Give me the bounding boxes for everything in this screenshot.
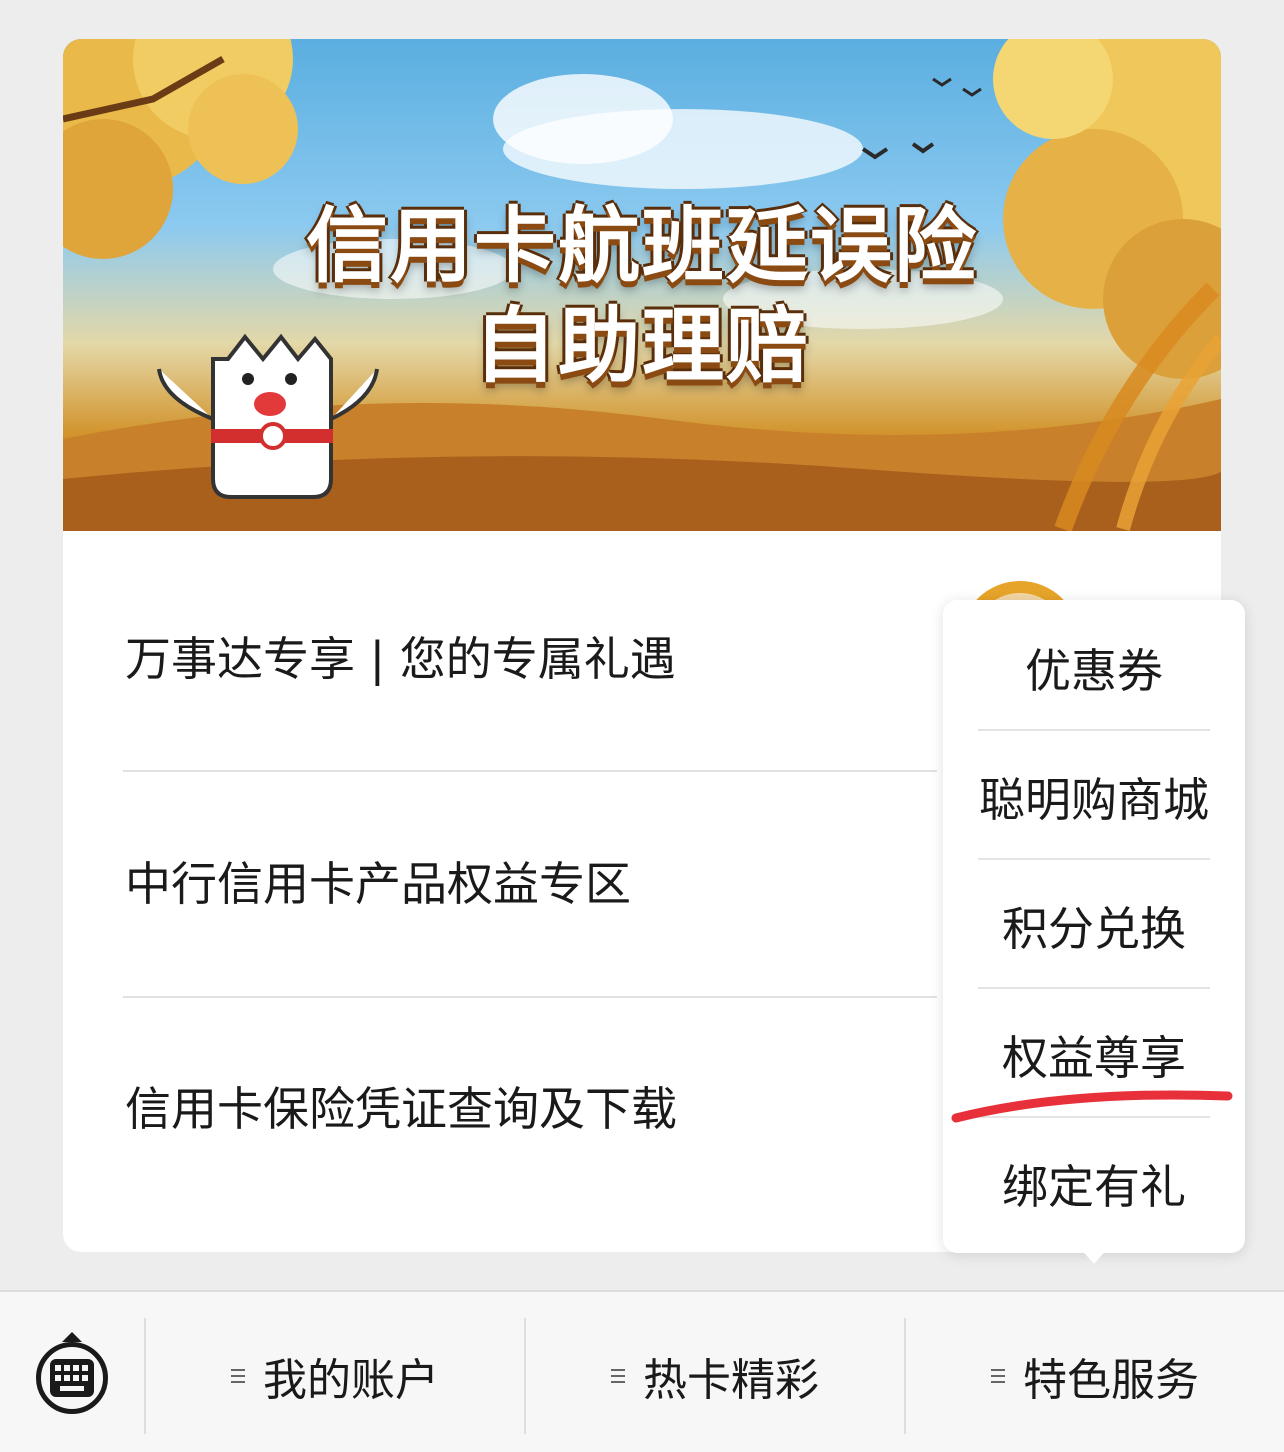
menu-lines-icon: [611, 1368, 625, 1384]
tab-my-account[interactable]: 我的账户: [146, 1318, 524, 1434]
divider: [978, 729, 1210, 731]
divider: [978, 987, 1210, 989]
tab-label: 热卡精彩: [643, 1355, 819, 1406]
tab-label: 特色服务: [1023, 1355, 1199, 1406]
tab-label: 我的账户: [263, 1355, 439, 1406]
menu-item-smart-mall[interactable]: 聪明购商城: [943, 732, 1245, 861]
menu-item-coupons[interactable]: 优惠券: [943, 603, 1245, 732]
divider: [123, 770, 937, 772]
menu-item-points-exchange[interactable]: 积分兑换: [943, 861, 1245, 990]
list-item-insurance-certificate[interactable]: 信用卡保险凭证查询及下载: [125, 1079, 937, 1139]
list-item-card-benefits[interactable]: 中行信用卡产品权益专区: [125, 854, 937, 914]
banner-title-line2: 自助理赔: [473, 299, 810, 394]
popup-caret: [1080, 1248, 1108, 1264]
list-item-mastercard[interactable]: 万事达专享 | 您的专属礼遇: [125, 629, 937, 689]
tab-special-services[interactable]: 特色服务: [906, 1318, 1284, 1434]
divider: [123, 996, 937, 998]
caret-up-icon: [62, 1332, 82, 1342]
red-underline-annotation: [951, 1090, 1233, 1123]
keyboard-icon[interactable]: [36, 1342, 108, 1414]
menu-item-binding-gift[interactable]: 绑定有礼: [943, 1119, 1245, 1248]
bottom-tab-bar: 我的账户 热卡精彩 特色服务: [0, 1290, 1284, 1452]
promo-banner[interactable]: 信用卡航班延误险 自助理赔: [63, 39, 1221, 531]
menu-lines-icon: [991, 1368, 1005, 1384]
divider: [978, 858, 1210, 860]
service-popup-menu: 优惠券 聪明购商城 积分兑换 权益尊享 绑定有礼: [943, 600, 1245, 1253]
menu-lines-icon: [231, 1368, 245, 1384]
tab-hot-cards[interactable]: 热卡精彩: [526, 1318, 904, 1434]
